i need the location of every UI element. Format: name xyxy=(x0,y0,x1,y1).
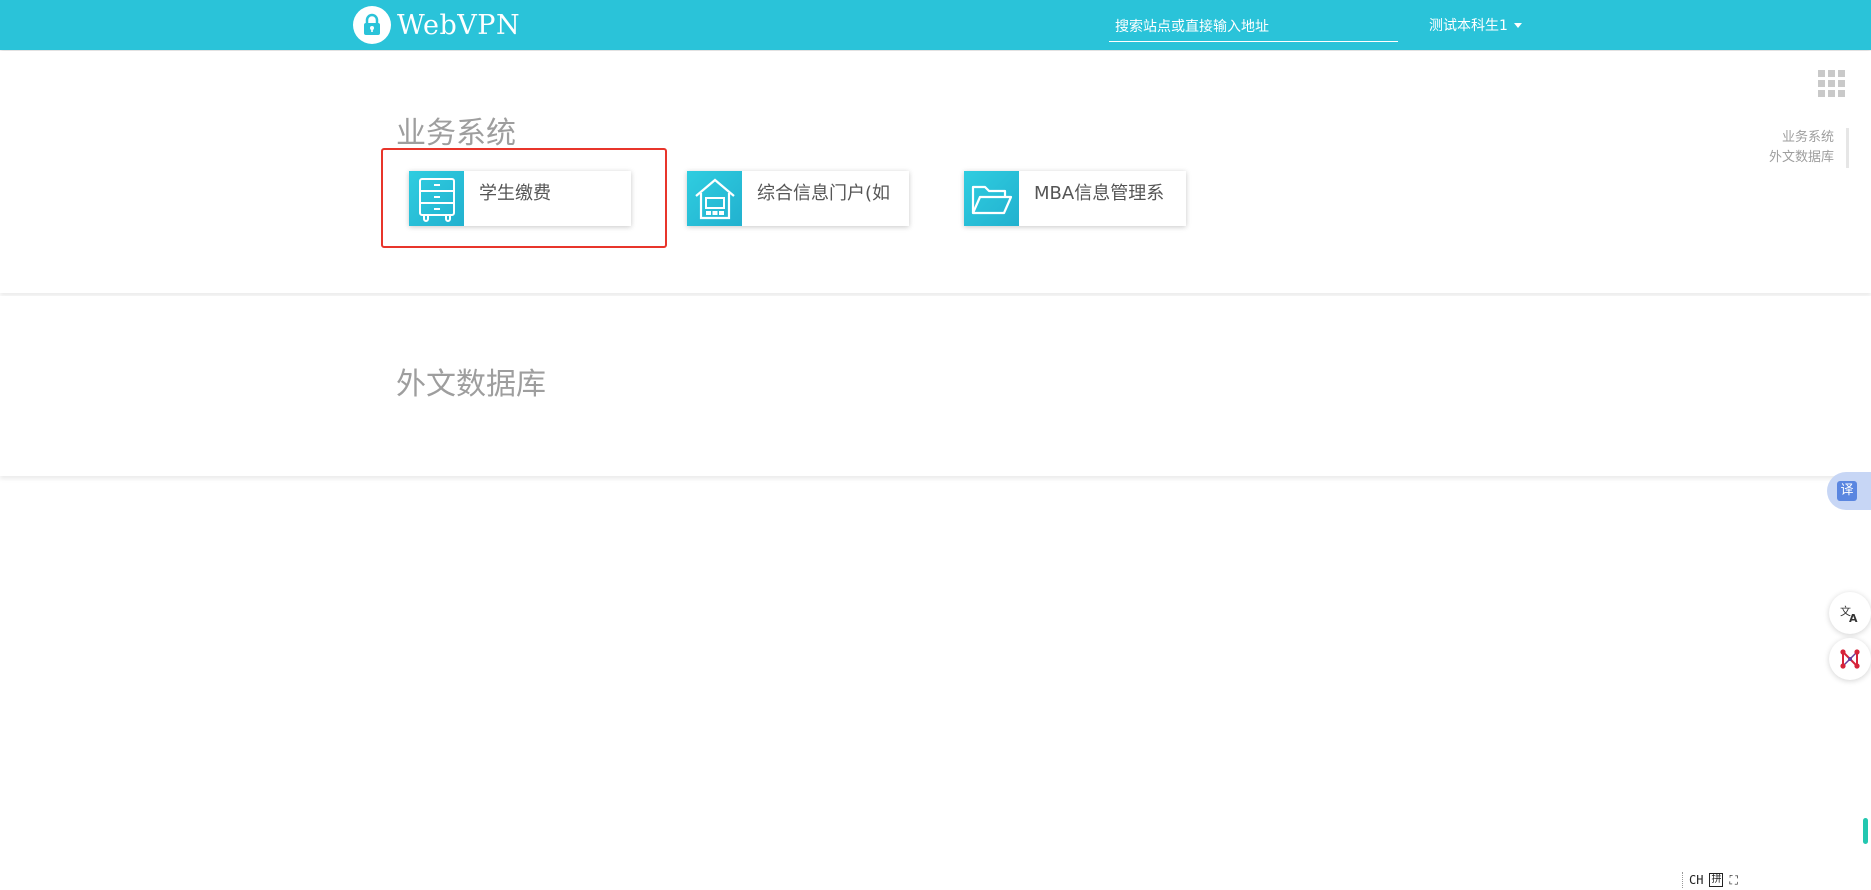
translate-icon: 译 xyxy=(1837,481,1857,501)
logo-text: WebVPN xyxy=(397,9,521,41)
app-card-label: MBA信息管理系 xyxy=(1034,183,1165,204)
network-graph-button[interactable] xyxy=(1829,638,1871,680)
ime-mode-text: CH xyxy=(1689,873,1704,887)
section-quick-nav: 业务系统 外文数据库 xyxy=(1769,128,1849,168)
language-translate-button[interactable]: 文 A xyxy=(1829,592,1871,634)
foreign-database-section xyxy=(0,296,1871,476)
top-navbar: WebVPN 测试本科生1 xyxy=(0,0,1871,50)
quick-nav-business[interactable]: 业务系统 xyxy=(1769,128,1834,148)
translate-language-icon: 文 A xyxy=(1840,604,1858,624)
ime-pinyin-icon: 拼 xyxy=(1709,873,1724,887)
cabinet-icon xyxy=(409,171,464,226)
user-name: 测试本科生1 xyxy=(1429,18,1508,34)
svg-text:A: A xyxy=(1849,612,1858,624)
app-card-label: 综合信息门户(如 xyxy=(757,183,891,204)
app-card-info-portal[interactable]: 综合信息门户(如 xyxy=(687,171,909,226)
ime-status-bar: CH 拼 ⛶ xyxy=(1682,872,1738,888)
ime-expand-icon: ⛶ xyxy=(1729,872,1738,887)
business-systems-section xyxy=(0,51,1871,293)
site-search-input[interactable] xyxy=(1109,12,1398,42)
section-title-business: 业务系统 xyxy=(396,116,516,151)
section-title-foreign-db: 外文数据库 xyxy=(396,367,546,402)
network-nodes-icon xyxy=(1840,649,1860,669)
app-card-label: 学生缴费 xyxy=(479,183,551,204)
caret-down-icon xyxy=(1513,22,1522,28)
house-icon xyxy=(687,171,742,226)
translate-tab[interactable]: 译 xyxy=(1827,472,1871,510)
user-menu-dropdown[interactable]: 测试本科生1 xyxy=(1429,15,1522,35)
folder-open-icon xyxy=(964,171,1019,226)
app-card-mba-system[interactable]: MBA信息管理系 xyxy=(964,171,1186,226)
quick-nav-foreign-db[interactable]: 外文数据库 xyxy=(1769,148,1834,168)
scroll-indicator[interactable] xyxy=(1863,818,1868,844)
webvpn-logo[interactable]: WebVPN xyxy=(353,6,520,44)
lock-icon xyxy=(353,6,391,44)
app-card-student-payment[interactable]: 学生缴费 xyxy=(409,171,631,226)
